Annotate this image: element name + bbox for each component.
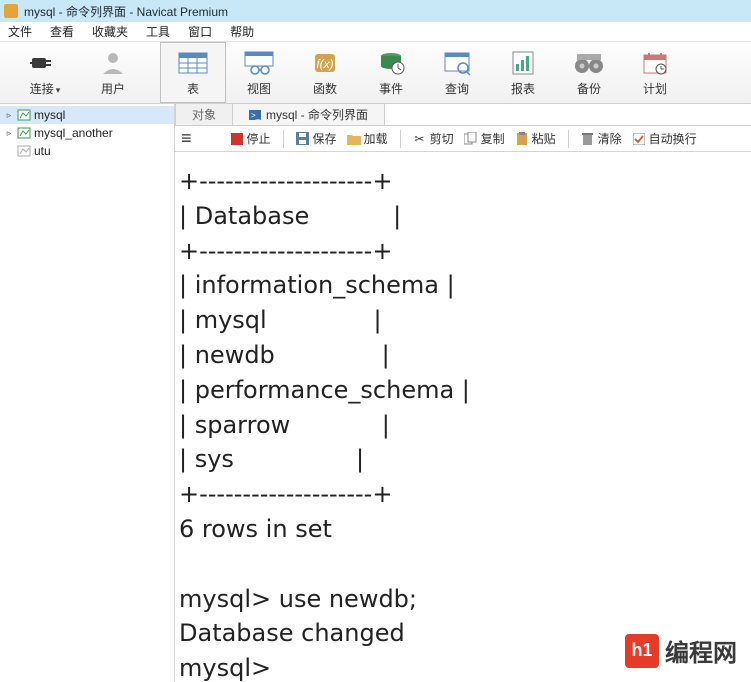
body: ▹ mysql ▹ mysql_another utu 对象 >_ mysql … xyxy=(0,104,751,682)
toolbar-connect-label: 连接 xyxy=(30,82,54,96)
table-icon xyxy=(177,48,209,78)
copy-label: 复制 xyxy=(481,130,505,147)
chevron-down-icon: ▾ xyxy=(56,85,61,95)
load-label: 加载 xyxy=(364,130,388,147)
toolbar-schedule[interactable]: 计划 xyxy=(622,42,688,103)
toolbar-schedule-label: 计划 xyxy=(643,80,667,97)
schedule-icon xyxy=(639,48,671,78)
terminal-output[interactable]: +--------------------+ | Database | +---… xyxy=(175,152,751,682)
plug-icon xyxy=(29,48,61,78)
save-icon xyxy=(296,132,310,146)
sidebar-item-label: mysql_another xyxy=(34,126,113,140)
clear-button[interactable]: 清除 xyxy=(581,130,622,147)
connection-icon xyxy=(17,109,31,121)
report-icon xyxy=(507,48,539,78)
toolbar-report-label: 报表 xyxy=(511,80,535,97)
toolbar-backup-label: 备份 xyxy=(577,80,601,97)
user-icon xyxy=(97,48,129,78)
cut-label: 剪切 xyxy=(430,130,454,147)
app-icon xyxy=(4,4,18,18)
toolbar-query[interactable]: 查询 xyxy=(424,42,490,103)
main-toolbar: 连接▾ 用户 表 视图 f(x) 函数 事件 查询 xyxy=(0,42,751,104)
tab-label: 对象 xyxy=(192,106,216,123)
wrap-toggle[interactable]: 自动换行 xyxy=(632,130,697,147)
tree-caret-icon[interactable]: ▹ xyxy=(4,128,14,139)
toolbar-table-label: 表 xyxy=(187,80,199,97)
sidebar-item-label: mysql xyxy=(34,108,65,122)
scissors-icon: ✂ xyxy=(413,132,427,146)
stop-button[interactable]: 停止 xyxy=(230,130,271,147)
save-label: 保存 xyxy=(313,130,337,147)
tab-objects[interactable]: 对象 xyxy=(175,103,233,125)
event-icon xyxy=(375,48,407,78)
copy-icon xyxy=(464,132,478,146)
toolbar-table[interactable]: 表 xyxy=(160,42,226,103)
console-icon: >_ xyxy=(249,110,261,120)
sub-toolbar: ≡ 停止 保存 加载 ✂剪切 复制 粘贴 清除 自动换行 xyxy=(175,126,751,152)
content: 对象 >_ mysql - 命令列界面 ≡ 停止 保存 加载 ✂剪切 复制 粘贴… xyxy=(175,104,751,682)
svg-text:f(x): f(x) xyxy=(316,57,333,71)
sidebar: ▹ mysql ▹ mysql_another utu xyxy=(0,104,175,682)
sidebar-item-label: utu xyxy=(34,144,51,158)
menu-view[interactable]: 查看 xyxy=(50,23,74,40)
fx-icon: f(x) xyxy=(309,48,341,78)
tab-console[interactable]: >_ mysql - 命令列界面 xyxy=(232,103,385,125)
sidebar-item-utu[interactable]: utu xyxy=(0,142,174,160)
watermark: h1 编程网 xyxy=(625,633,737,668)
toolbar-function-label: 函数 xyxy=(313,80,337,97)
trash-icon xyxy=(581,132,595,146)
folder-icon xyxy=(347,132,361,146)
toolbar-event-label: 事件 xyxy=(379,80,403,97)
paste-button[interactable]: 粘贴 xyxy=(515,130,556,147)
menu-file[interactable]: 文件 xyxy=(8,23,32,40)
query-icon xyxy=(441,48,473,78)
toolbar-view-label: 视图 xyxy=(247,80,271,97)
toolbar-backup[interactable]: 备份 xyxy=(556,42,622,103)
toolbar-report[interactable]: 报表 xyxy=(490,42,556,103)
backup-icon xyxy=(573,48,605,78)
window-title: mysql - 命令列界面 - Navicat Premium xyxy=(24,3,228,20)
tabs: 对象 >_ mysql - 命令列界面 xyxy=(175,104,751,126)
load-button[interactable]: 加载 xyxy=(347,130,388,147)
menu-window[interactable]: 窗口 xyxy=(188,23,212,40)
clear-label: 清除 xyxy=(598,130,622,147)
title-bar: mysql - 命令列界面 - Navicat Premium xyxy=(0,0,751,22)
stop-label: 停止 xyxy=(247,130,271,147)
tab-label: mysql - 命令列界面 xyxy=(266,106,368,123)
paste-icon xyxy=(515,132,529,146)
wrap-label: 自动换行 xyxy=(649,130,697,147)
watermark-logo: h1 xyxy=(625,634,659,668)
sidebar-item-mysql-another[interactable]: ▹ mysql_another xyxy=(0,124,174,142)
menu-bar: 文件 查看 收藏夹 工具 窗口 帮助 xyxy=(0,22,751,42)
tree-caret-icon[interactable]: ▹ xyxy=(4,110,14,121)
sidebar-item-mysql[interactable]: ▹ mysql xyxy=(0,106,174,124)
save-button[interactable]: 保存 xyxy=(296,130,337,147)
connection-icon xyxy=(17,127,31,139)
connection-icon xyxy=(17,145,31,157)
toolbar-connect[interactable]: 连接▾ xyxy=(10,42,80,103)
copy-button[interactable]: 复制 xyxy=(464,130,505,147)
toolbar-user-label: 用户 xyxy=(101,80,125,97)
checkbox-icon xyxy=(632,132,646,146)
menu-tools[interactable]: 工具 xyxy=(146,23,170,40)
toolbar-function[interactable]: f(x) 函数 xyxy=(292,42,358,103)
watermark-text: 编程网 xyxy=(665,633,737,668)
menu-help[interactable]: 帮助 xyxy=(230,23,254,40)
cut-button[interactable]: ✂剪切 xyxy=(413,130,454,147)
toolbar-view[interactable]: 视图 xyxy=(226,42,292,103)
view-icon xyxy=(243,48,275,78)
stop-icon xyxy=(230,132,244,146)
toolbar-query-label: 查询 xyxy=(445,80,469,97)
svg-text:>_: >_ xyxy=(251,111,261,120)
paste-label: 粘贴 xyxy=(532,130,556,147)
toolbar-user[interactable]: 用户 xyxy=(80,42,146,103)
hamburger-button[interactable]: ≡ xyxy=(181,128,192,149)
menu-fav[interactable]: 收藏夹 xyxy=(92,23,128,40)
toolbar-event[interactable]: 事件 xyxy=(358,42,424,103)
